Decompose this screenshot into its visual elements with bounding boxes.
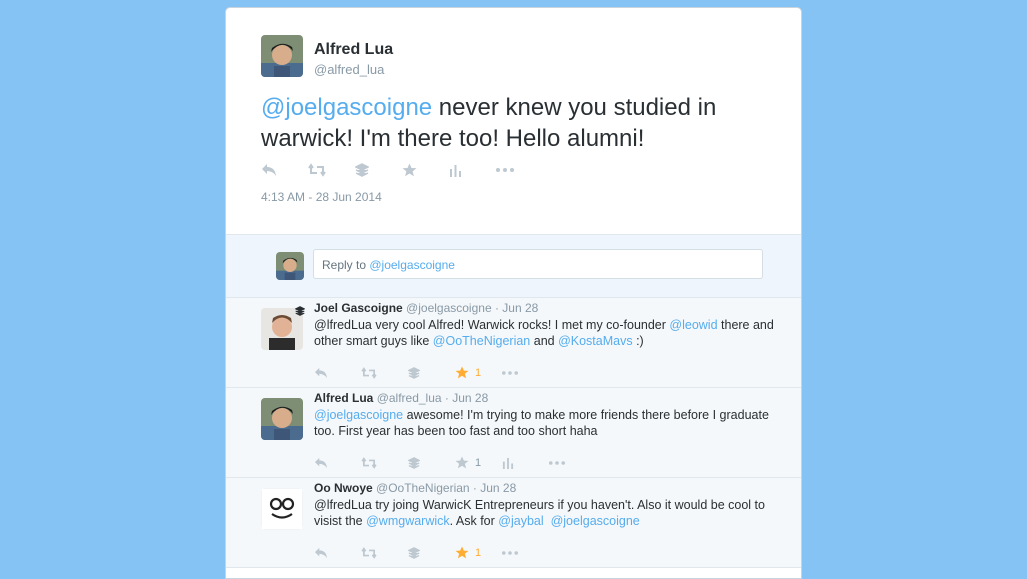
reply-meta[interactable]: @OoTheNigerian · Jun 28 (376, 481, 516, 495)
mention-link[interactable]: @wmgwarwick (366, 514, 450, 528)
mention-link[interactable]: @leowid (669, 318, 717, 332)
reply-actions: 1 (314, 456, 596, 469)
reply-text: @lfredLua try joing WarwicK Entrepreneur… (314, 497, 774, 529)
reply-composer: Reply to @joelgascoigne (226, 235, 801, 298)
reply-tweet[interactable]: Joel Gascoigne @joelgascoigne · Jun 28 @… (226, 298, 801, 388)
reply-tweet[interactable]: Alfred Lua @alfred_lua · Jun 28 @joelgas… (226, 388, 801, 478)
mention-link[interactable]: @joelgascoigne (551, 514, 640, 528)
reply-text: @joelgascoigne awesome! I'm trying to ma… (314, 407, 774, 439)
reply-header: Joel Gascoigne @joelgascoigne · Jun 28 (314, 301, 538, 315)
favorite-button[interactable]: 1 (455, 456, 502, 469)
reply-actions: 1 (314, 366, 549, 379)
author-handle[interactable]: @alfred_lua (314, 62, 384, 77)
avatar[interactable] (261, 488, 303, 530)
mention-link[interactable]: @joelgascoigne (261, 94, 432, 121)
reply-tweet[interactable]: Oo Nwoye @OoTheNigerian · Jun 28 @lfredL… (226, 478, 801, 568)
reply-author-name[interactable]: Alfred Lua (314, 391, 373, 405)
retweet-icon[interactable] (361, 366, 408, 379)
reply-icon[interactable] (261, 163, 308, 177)
reply-meta[interactable]: @alfred_lua · Jun 28 (377, 391, 489, 405)
retweet-icon[interactable] (308, 163, 355, 177)
mention-link[interactable]: @OoTheNigerian (433, 334, 530, 348)
more-icon[interactable] (496, 168, 543, 172)
more-icon[interactable] (502, 550, 549, 555)
buffer-icon[interactable] (408, 546, 455, 559)
tweet-timestamp[interactable]: 4:13 AM - 28 Jun 2014 (261, 190, 382, 204)
mention-link[interactable]: @KostaMavs (558, 334, 633, 348)
main-tweet: Alfred Lua @alfred_lua @joelgascoigne ne… (226, 8, 801, 235)
retweet-icon[interactable] (361, 456, 408, 469)
more-icon[interactable] (549, 460, 596, 465)
mention-link[interactable]: @jaybal (498, 514, 543, 528)
reply-actions: 1 (314, 546, 549, 559)
reply-author-name[interactable]: Oo Nwoye (314, 481, 373, 495)
reply-author-name[interactable]: Joel Gascoigne (314, 301, 403, 315)
tweet-card: Alfred Lua @alfred_lua @joelgascoigne ne… (225, 7, 802, 579)
reply-header: Oo Nwoye @OoTheNigerian · Jun 28 (314, 481, 516, 495)
favorite-icon (455, 546, 469, 559)
text-segment: and (530, 334, 559, 348)
analytics-icon[interactable] (449, 164, 496, 177)
buffer-icon[interactable] (408, 456, 455, 469)
retweet-icon[interactable] (361, 546, 408, 559)
mention-link[interactable]: @joelgascoigne (314, 408, 403, 422)
buffer-icon (294, 303, 306, 316)
tweet-text: @joelgascoigne never knew you studied in… (261, 92, 781, 154)
buffer-icon[interactable] (355, 163, 402, 177)
reply-header: Alfred Lua @alfred_lua · Jun 28 (314, 391, 488, 405)
avatar (276, 252, 304, 280)
reply-mention: @joelgascoigne (369, 258, 455, 272)
reply-meta[interactable]: @joelgascoigne · Jun 28 (406, 301, 538, 315)
author-name[interactable]: Alfred Lua (314, 41, 393, 59)
avatar[interactable] (261, 398, 303, 440)
more-icon[interactable] (502, 370, 549, 375)
text-segment: @lfredLua very cool Alfred! Warwick rock… (314, 318, 670, 332)
favorite-icon (455, 366, 469, 379)
buffer-icon[interactable] (408, 366, 455, 379)
text-segment: :) (632, 334, 644, 348)
favorite-count: 1 (475, 546, 482, 559)
reply-icon[interactable] (314, 367, 361, 379)
reply-input[interactable]: Reply to @joelgascoigne (313, 249, 763, 279)
text-segment: . Ask for (449, 514, 499, 528)
reply-icon[interactable] (314, 457, 361, 469)
analytics-icon[interactable] (502, 457, 549, 469)
reply-text: @lfredLua very cool Alfred! Warwick rock… (314, 317, 774, 349)
favorite-icon[interactable] (402, 163, 449, 177)
favorite-icon (455, 456, 469, 469)
favorite-count: 1 (475, 366, 482, 379)
text-segment (544, 514, 551, 528)
reply-icon[interactable] (314, 547, 361, 559)
avatar[interactable] (261, 35, 303, 77)
favorite-button[interactable]: 1 (455, 546, 502, 559)
tweet-actions (261, 163, 543, 177)
favorite-button[interactable]: 1 (455, 366, 502, 379)
reply-prefix: Reply to (322, 258, 370, 272)
favorite-count: 1 (475, 456, 482, 469)
